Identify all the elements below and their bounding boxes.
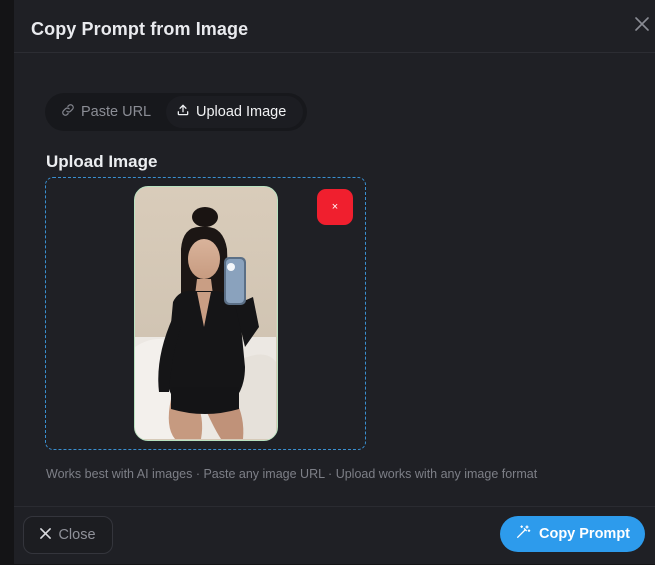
copy-prompt-label: Copy Prompt: [538, 526, 631, 542]
copy-prompt-button[interactable]: Copy Prompt: [500, 516, 645, 552]
close-button-icon: [40, 527, 52, 543]
dialog-footer: Close Copy Prompt: [14, 506, 655, 565]
hint-text: Works best with AI images · Paste any im…: [46, 467, 538, 481]
link-icon: [61, 103, 75, 121]
remove-image-button[interactable]: ×: [317, 189, 353, 225]
close-button[interactable]: Close: [23, 516, 113, 554]
magic-wand-icon: [515, 524, 531, 544]
dialog-header: Copy Prompt from Image: [14, 0, 655, 53]
upload-section-label: Upload Image: [46, 152, 158, 171]
tab-paste-url[interactable]: Paste URL: [49, 96, 166, 128]
upload-icon: [176, 103, 190, 121]
tab-upload-image-label: Upload Image: [196, 104, 287, 120]
tab-paste-url-label: Paste URL: [81, 104, 152, 120]
copy-prompt-dialog: Copy Prompt from Image Paste URL Upload …: [14, 0, 655, 564]
close-icon[interactable]: [631, 13, 653, 35]
upload-dropzone[interactable]: ×: [45, 177, 366, 450]
dialog-title: Copy Prompt from Image: [31, 19, 249, 39]
tab-upload-image[interactable]: Upload Image: [166, 96, 303, 128]
close-button-label: Close: [58, 527, 96, 543]
remove-image-label: ×: [331, 201, 339, 213]
source-tabs: Paste URL Upload Image: [45, 93, 307, 131]
image-preview: [134, 186, 278, 441]
